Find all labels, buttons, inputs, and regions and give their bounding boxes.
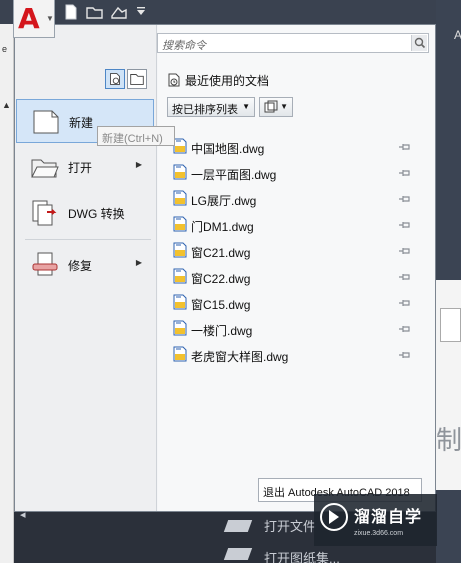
chevron-down-icon: ▼ <box>242 102 250 111</box>
repair-icon <box>32 252 58 276</box>
search-commands-input[interactable]: 搜索命令 <box>157 33 429 53</box>
pin-icon[interactable] <box>398 194 412 204</box>
open-folder-icon <box>31 159 59 178</box>
recent-file-name: 老虎窗大样图.dwg <box>191 350 289 364</box>
application-menu-button[interactable]: A ▼ <box>13 0 55 38</box>
recent-file-item[interactable]: 老虎窗大样图.dwg <box>172 345 412 365</box>
list-view-icon <box>264 100 278 113</box>
recent-file-name: 窗C21.dwg <box>191 246 251 260</box>
recent-file-item[interactable]: 窗C22.dwg <box>172 267 412 287</box>
background-char: 制 <box>436 425 461 455</box>
menu-item-label: 修复 <box>68 259 93 273</box>
recent-file-item[interactable]: 窗C21.dwg <box>172 241 412 261</box>
pin-icon[interactable] <box>398 298 412 308</box>
background-open-file[interactable]: 打开文件 <box>264 516 316 535</box>
background-box <box>440 308 461 342</box>
pin-icon[interactable] <box>398 324 412 334</box>
search-placeholder: 搜索命令 <box>162 40 206 52</box>
save-icon[interactable] <box>110 4 128 20</box>
quick-access-toolbar <box>0 0 436 24</box>
dwg-file-icon <box>173 320 187 336</box>
chevron-right-icon: ▶ <box>135 160 142 169</box>
tooltip-new: 新建(Ctrl+N) <box>97 126 175 146</box>
recent-documents-icon <box>168 73 180 87</box>
background-letter: A <box>454 28 461 42</box>
watermark-url: zixue.3d66.com <box>354 530 404 537</box>
dwg-file-icon <box>173 164 187 180</box>
recent-file-item[interactable]: 中国地图.dwg <box>172 137 412 157</box>
recent-file-item[interactable]: 门DM1.dwg <box>172 215 412 235</box>
chevron-down-icon: ▼ <box>46 14 54 23</box>
menu-item-label: 新建 <box>69 116 94 130</box>
sort-order-label: 按已排序列表 <box>172 104 238 116</box>
watermark-brand: 溜溜自学 <box>354 509 423 526</box>
dwg-convert-icon <box>32 200 57 226</box>
recent-file-name: LG展厅.dwg <box>191 194 257 208</box>
play-icon <box>329 510 339 524</box>
menu-item-open[interactable]: 打开 ▶ <box>16 145 154 189</box>
open-sheetset-icon <box>223 548 253 560</box>
dwg-file-icon <box>173 216 187 232</box>
open-documents-view-icon[interactable] <box>127 69 147 89</box>
chevron-right-icon: ▶ <box>135 258 142 267</box>
application-menu: 新建 打开 ▶ DWG 转换 修复 ▶ 搜索命令 最近使用的文档 按已排序列表 … <box>14 24 436 512</box>
recent-file-name: 一层平面图.dwg <box>191 168 277 182</box>
background-left-strip: e ▲ <box>0 24 14 563</box>
new-document-icon <box>33 110 59 134</box>
recent-documents-view-icon[interactable] <box>105 69 125 89</box>
recent-file-item[interactable]: 一层平面图.dwg <box>172 163 412 183</box>
recent-file-name: 门DM1.dwg <box>191 220 254 234</box>
recent-file-item[interactable]: 窗C15.dwg <box>172 293 412 313</box>
pin-icon[interactable] <box>398 272 412 282</box>
menu-separator <box>25 239 151 240</box>
recent-file-name: 中国地图.dwg <box>191 142 265 156</box>
menu-item-label: 打开 <box>68 161 93 175</box>
recent-documents-heading: 最近使用的文档 <box>185 74 270 88</box>
autocad-logo: A <box>18 2 40 35</box>
new-icon[interactable] <box>62 4 80 20</box>
pin-icon[interactable] <box>398 246 412 256</box>
background-mark: e <box>2 44 8 54</box>
pin-icon[interactable] <box>398 168 412 178</box>
recent-file-name: 窗C15.dwg <box>191 298 251 312</box>
pin-icon[interactable] <box>398 142 412 152</box>
pin-icon[interactable] <box>398 220 412 230</box>
open-icon[interactable] <box>86 4 104 20</box>
sort-order-dropdown[interactable]: 按已排序列表 ▼ <box>167 97 255 117</box>
display-mode-dropdown[interactable]: ▼ <box>259 97 293 117</box>
dwg-file-icon <box>173 268 187 284</box>
dwg-file-icon <box>173 346 187 362</box>
scroll-up-icon: ▲ <box>2 100 11 110</box>
menu-item-label: DWG 转换 <box>68 207 125 221</box>
recent-file-item[interactable]: 一楼门.dwg <box>172 319 412 339</box>
recent-file-name: 窗C22.dwg <box>191 272 251 286</box>
dwg-file-icon <box>173 190 187 206</box>
chevron-down-icon: ▼ <box>280 102 288 111</box>
recent-file-item[interactable]: LG展厅.dwg <box>172 189 412 209</box>
watermark: 溜溜自学 zixue.3d66.com <box>314 494 437 546</box>
search-icon[interactable] <box>411 35 427 51</box>
dropdown-icon[interactable] <box>132 4 145 20</box>
dwg-file-icon <box>173 242 187 258</box>
menu-command-pane: 新建 打开 ▶ DWG 转换 修复 ▶ <box>15 25 157 511</box>
menu-item-repair[interactable]: 修复 ▶ <box>16 243 154 287</box>
dwg-file-icon <box>173 294 187 310</box>
menu-item-dwg-convert[interactable]: DWG 转换 <box>16 191 154 235</box>
recent-file-name: 一楼门.dwg <box>191 324 253 338</box>
background-right-panel: A 制 <box>436 0 461 563</box>
pin-icon[interactable] <box>398 350 412 360</box>
background-open-sheetset[interactable]: 打开图纸集... <box>264 548 340 563</box>
open-file-icon <box>223 520 253 532</box>
